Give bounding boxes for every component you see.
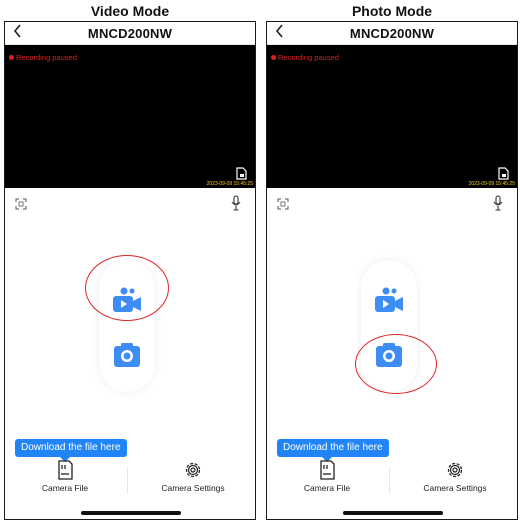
microphone-button[interactable] — [231, 195, 241, 216]
document-icon — [236, 167, 247, 180]
home-indicator — [81, 511, 181, 515]
tab-divider — [127, 468, 128, 494]
video-mode-highlight-circle — [85, 255, 169, 321]
live-video-view[interactable]: Recording paused 2023-09-09 15:45:25 — [5, 45, 255, 188]
tab-camera-settings[interactable]: Camera Settings — [129, 460, 255, 493]
microphone-button[interactable] — [493, 195, 503, 216]
screenshot-icon — [277, 198, 289, 210]
sd-card-icon — [58, 460, 73, 480]
device-title: MNCD200NW — [349, 26, 435, 41]
gear-icon — [447, 462, 463, 478]
tab-camera-settings-label: Camera Settings — [423, 483, 487, 493]
video-mode-phone: MNCD200NW Recording paused 2023-09-09 15… — [4, 21, 256, 520]
tool-row — [267, 188, 517, 218]
screenshot-button[interactable] — [15, 197, 27, 215]
device-title: MNCD200NW — [87, 26, 173, 41]
download-callout: Download the file here — [277, 439, 389, 462]
tool-row — [5, 188, 255, 218]
live-video-view[interactable]: Recording paused 2023-09-09 15:45:25 — [267, 45, 517, 188]
tab-camera-settings-label: Camera Settings — [161, 483, 225, 493]
tab-camera-file[interactable]: Camera File — [5, 460, 125, 493]
video-mode-button[interactable] — [373, 286, 405, 319]
download-callout: Download the file here — [15, 439, 127, 462]
video-camera-icon — [375, 287, 403, 312]
nav-bar: MNCD200NW — [5, 22, 255, 45]
photo-mode-phone: MNCD200NW Recording paused 2023-09-09 15… — [266, 21, 518, 520]
video-timestamp: 2023-09-09 15:45:25 — [206, 181, 253, 187]
document-icon — [498, 167, 509, 180]
tab-divider — [389, 468, 390, 494]
photo-mode-button[interactable] — [113, 342, 141, 373]
home-indicator — [343, 511, 443, 515]
video-timestamp: 2023-09-09 15:45:25 — [468, 181, 515, 187]
gear-icon — [185, 462, 201, 478]
microphone-icon — [231, 195, 241, 211]
recording-dot-icon — [9, 55, 14, 60]
screenshot-icon — [15, 198, 27, 210]
recording-status-text: Recording paused — [278, 53, 339, 62]
video-mode-caption: Video Mode — [90, 3, 170, 19]
camera-icon — [114, 343, 140, 367]
tab-camera-file-label: Camera File — [303, 483, 351, 493]
tab-camera-file[interactable]: Camera File — [267, 460, 387, 493]
recording-status: Recording paused — [271, 53, 339, 62]
microphone-icon — [493, 195, 503, 211]
recording-dot-icon — [271, 55, 276, 60]
recording-status: Recording paused — [9, 53, 77, 62]
photo-mode-caption: Photo Mode — [351, 3, 433, 19]
screenshot-button[interactable] — [277, 197, 289, 215]
sd-card-icon — [320, 460, 335, 480]
tab-camera-file-label: Camera File — [41, 483, 89, 493]
recording-status-text: Recording paused — [16, 53, 77, 62]
tab-camera-settings[interactable]: Camera Settings — [391, 460, 517, 493]
nav-bar: MNCD200NW — [267, 22, 517, 45]
photo-mode-highlight-circle — [355, 334, 437, 394]
